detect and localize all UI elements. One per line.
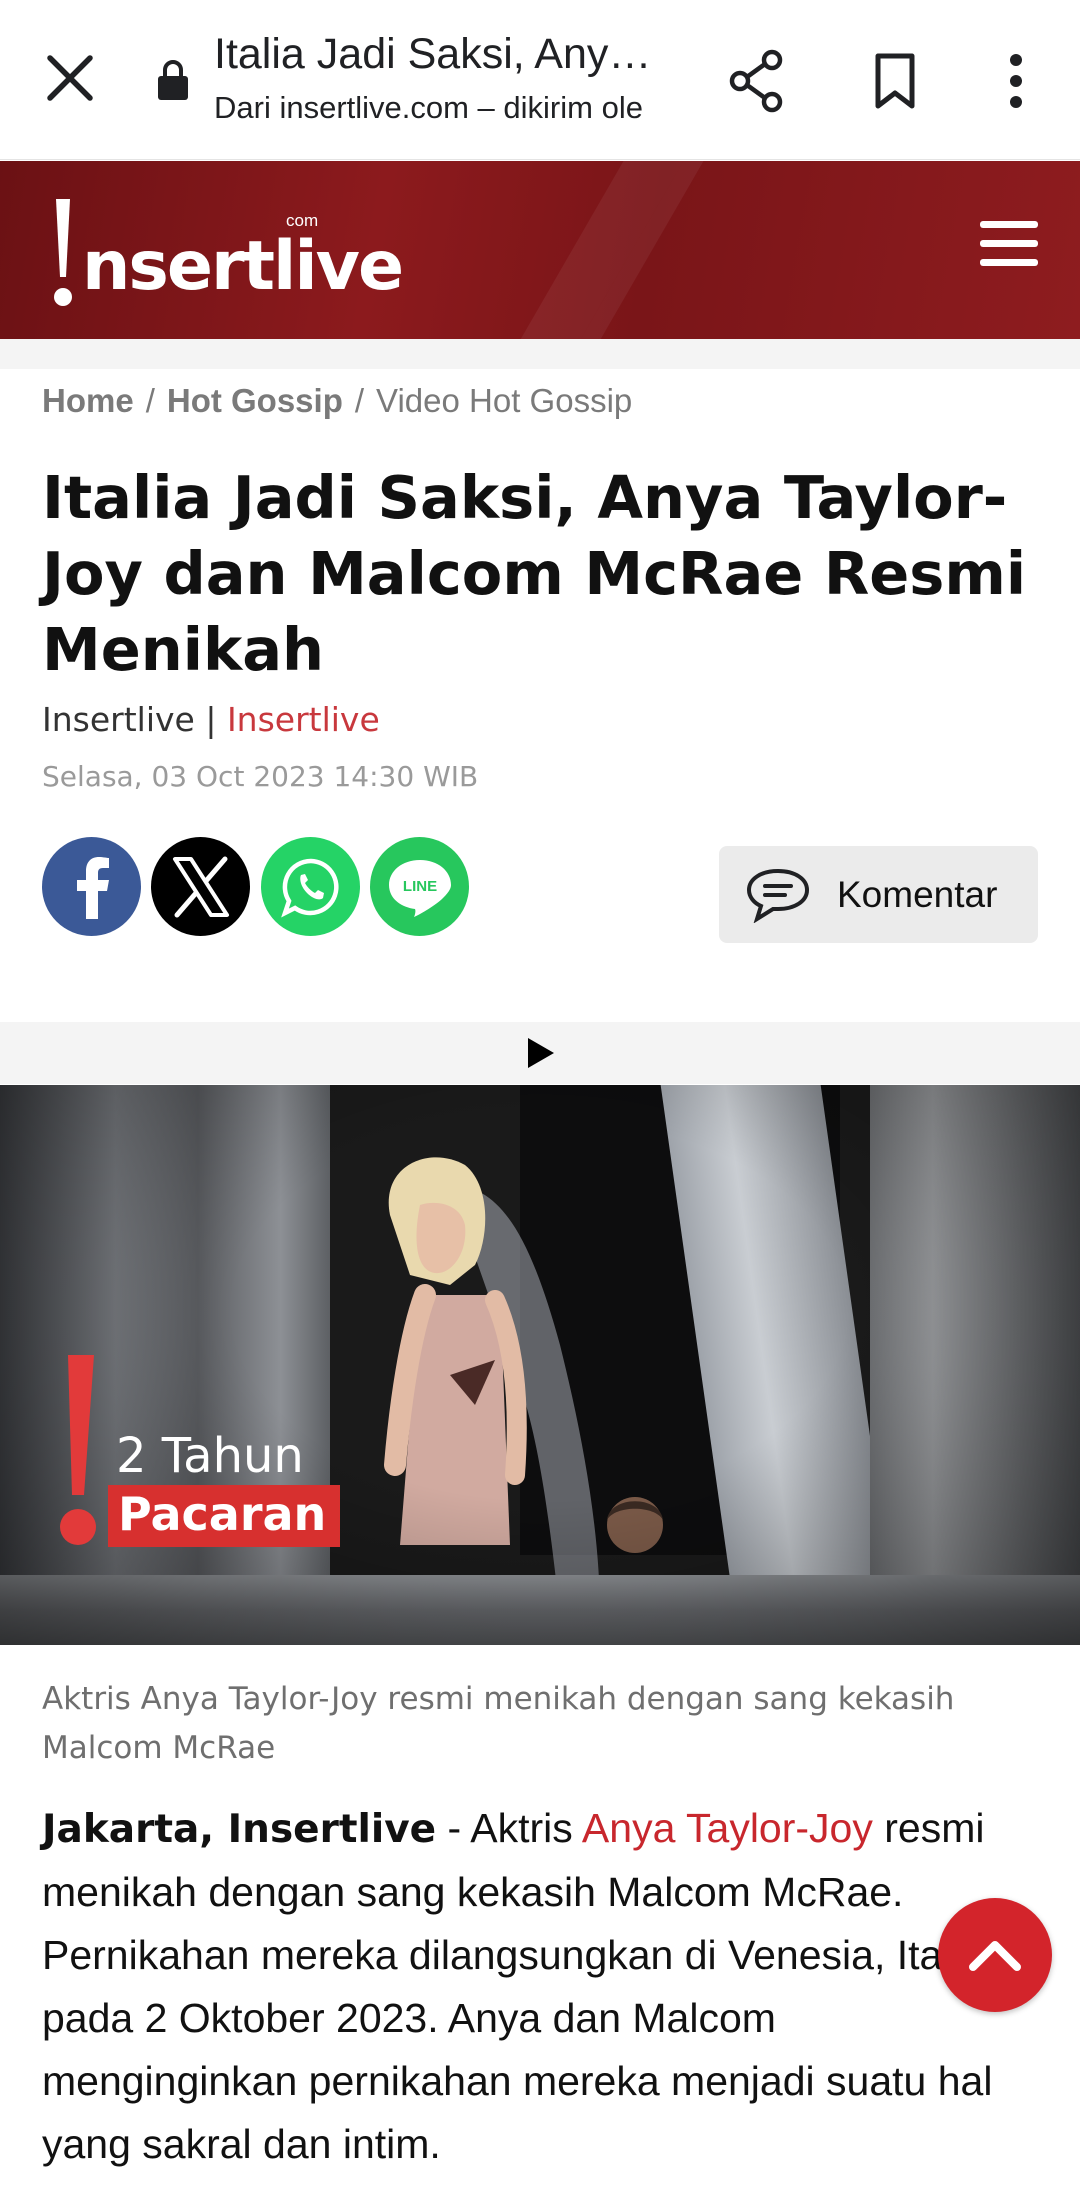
comment-button[interactable]: Komentar (719, 846, 1038, 943)
line-icon: LINE (388, 859, 451, 917)
article-title: Italia Jadi Saksi, Anya Taylor-Joy dan M… (42, 463, 1027, 684)
share-facebook-button[interactable] (42, 837, 141, 936)
page-title[interactable]: Italia Jadi Saksi, Any… (214, 30, 674, 79)
svg-text:LINE: LINE (402, 878, 436, 895)
share-icon[interactable] (722, 46, 792, 116)
byline-author-link[interactable]: Insertlive (227, 700, 380, 739)
header-spacer (0, 339, 1080, 369)
close-icon[interactable] (38, 46, 102, 110)
breadcrumb-separator: / (145, 382, 155, 419)
body-link-anya[interactable]: Anya Taylor-Joy (582, 1805, 873, 1851)
article-body: Jakarta, Insertlive - Aktris Anya Taylor… (42, 1797, 1042, 2176)
video-caption: Aktris Anya Taylor-Joy resmi menikah den… (42, 1681, 955, 1766)
overlay-text-line2: Pacaran (108, 1485, 341, 1547)
share-whatsapp-button[interactable] (261, 837, 360, 936)
article-date: Selasa, 03 Oct 2023 14:30 WIB (42, 760, 479, 793)
play-icon[interactable] (524, 1036, 558, 1070)
whatsapp-icon (280, 858, 338, 917)
comment-label: Komentar (837, 873, 998, 915)
byline-source: Insertlive (42, 700, 195, 739)
logo-text: nsertlive (82, 227, 404, 306)
facebook-icon (76, 856, 109, 919)
logo-exclamation-icon (54, 199, 72, 306)
share-line-button[interactable]: LINE (370, 837, 469, 936)
x-twitter-icon (172, 856, 229, 917)
breadcrumb: Home / Hot Gossip / Video Hot Gossip (42, 382, 632, 420)
body-lead: Jakarta, Insertlive (42, 1807, 437, 1852)
lock-icon (158, 60, 188, 100)
vignette (0, 1085, 1080, 1645)
breadcrumb-separator: / (354, 382, 365, 419)
body-dash: - Aktris (436, 1805, 582, 1851)
breadcrumb-hot-gossip[interactable]: Hot Gossip (167, 382, 343, 419)
site-header: nsertlive com (0, 161, 1080, 339)
page-source[interactable]: Dari insertlive.com – dikirim ole (214, 90, 668, 126)
logo-com: com (286, 211, 319, 230)
site-logo[interactable]: nsertlive (52, 189, 404, 309)
article-byline: Insertlive | Insertlive (42, 700, 380, 739)
bookmark-icon[interactable] (860, 46, 930, 116)
comment-bubble-icon (746, 868, 810, 923)
body-text: resmi menikah dengan sang kekasih Malcom… (42, 1805, 993, 2167)
breadcrumb-current[interactable]: Video Hot Gossip (376, 382, 632, 419)
overlay-text-line1: 2 Tahun (116, 1428, 304, 1484)
share-x-button[interactable] (151, 837, 250, 936)
chevron-up-icon (969, 1941, 1021, 1971)
browser-top-bar: Italia Jadi Saksi, Any… Dari insertlive.… (0, 0, 1080, 160)
hamburger-menu-icon[interactable] (980, 219, 1038, 269)
byline-divider: | (194, 700, 227, 739)
breadcrumb-home[interactable]: Home (42, 382, 134, 419)
insertlive-exclamation-icon (60, 1355, 96, 1545)
scroll-to-top-button[interactable] (938, 1898, 1052, 2012)
video-thumbnail[interactable]: 2 Tahun Pacaran (0, 1085, 1080, 1645)
more-vert-icon[interactable] (986, 46, 1046, 116)
video-player-bar (0, 1022, 1080, 1084)
